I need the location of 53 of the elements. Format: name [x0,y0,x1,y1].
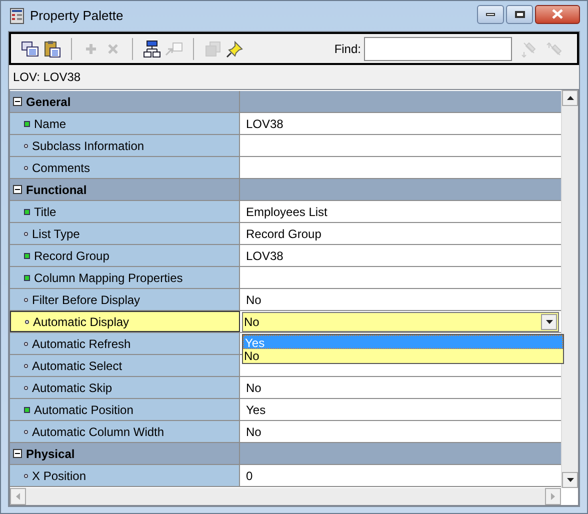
property-value[interactable]: No [246,422,262,440]
copy-icon[interactable] [21,40,39,58]
category-label: Physical [26,446,75,462]
property-value[interactable]: Record Group [246,224,322,242]
property-name: Title [34,204,56,220]
property-name: Automatic Select [32,358,122,374]
property-name: Comments [32,160,90,176]
category-label: Functional [26,182,87,198]
minimize-button[interactable] [477,4,504,24]
scroll-down-button[interactable] [562,472,578,488]
property-value[interactable]: 0 [246,466,253,484]
property-name: Column Mapping Properties [34,270,183,286]
app-icon [10,8,24,24]
collapse-toggle[interactable] [13,449,22,458]
caret-icon [546,320,552,324]
property-value[interactable]: Yes [246,400,266,418]
close-button[interactable] [535,4,580,24]
property-name: Subclass Information [32,138,144,154]
down-arrow-icon [566,478,574,482]
find-field[interactable] [364,36,512,60]
property-name: Filter Before Display [32,292,140,308]
clipboard-icon[interactable] [43,40,61,58]
property-value[interactable]: LOV38 [246,246,284,264]
property-name: Record Group [34,248,110,264]
pushpin-icon[interactable] [226,40,244,58]
property-name: List Type [32,226,80,242]
right-arrow-icon [551,493,555,500]
property-value[interactable]: Employees List [246,202,328,220]
property-value[interactable]: LOV38 [246,114,284,132]
collapse-toggle[interactable] [13,185,22,194]
value-dropdown[interactable]: No [242,312,559,332]
property-name: Automatic Position [34,402,134,418]
scroll-up-button[interactable] [562,90,578,106]
vertical-scrollbar[interactable] [561,90,578,488]
property-value[interactable]: No [246,290,262,308]
property-name: Automatic Column Width [32,424,164,440]
maximize-button[interactable] [506,4,533,24]
category-label: General [26,94,71,110]
context-label: LOV: LOV38 [13,69,81,86]
window-title: Property Palette [30,7,124,26]
property-name: Automatic Refresh [32,336,131,352]
property-value[interactable]: No [246,378,262,396]
property-name: Name [34,116,66,132]
property-name: Automatic Display [33,314,130,330]
find-label: Find: [334,40,361,58]
hierarchy-icon[interactable] [143,40,161,58]
close-icon [552,9,563,19]
property-name: X Position [32,468,86,484]
up-arrow-icon [566,96,574,100]
left-arrow-icon [16,493,20,500]
property-name: Automatic Skip [32,380,112,396]
collapse-toggle[interactable] [13,97,22,106]
dropdown-arrow-button[interactable] [541,314,557,330]
